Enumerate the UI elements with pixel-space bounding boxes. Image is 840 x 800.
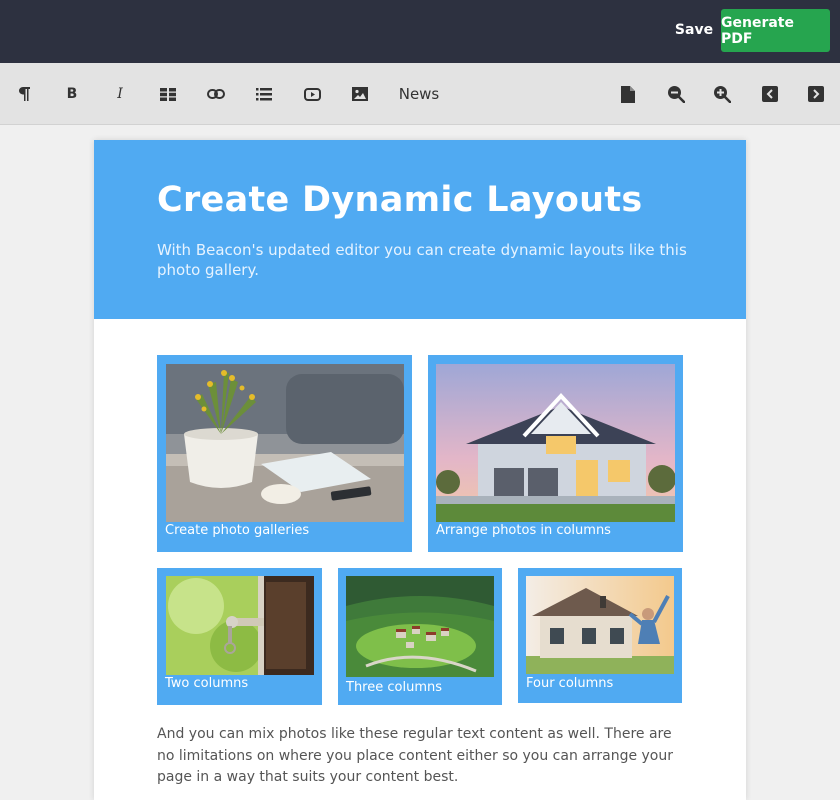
paragraph-icon[interactable] — [12, 82, 36, 106]
document-icon[interactable] — [616, 82, 640, 106]
gallery-card[interactable]: Three columns — [338, 568, 502, 705]
previous-page-icon[interactable] — [758, 82, 782, 106]
gallery-card[interactable]: Create photo galleries — [157, 355, 412, 552]
generate-pdf-button[interactable]: Generate PDF — [721, 9, 830, 52]
image-icon[interactable] — [348, 82, 372, 106]
list-icon[interactable] — [252, 82, 276, 106]
italic-button[interactable]: I — [108, 82, 132, 106]
body-paragraph[interactable]: And you can mix photos like these regula… — [157, 724, 687, 789]
house-photo — [436, 364, 675, 522]
zoom-out-icon[interactable] — [664, 82, 688, 106]
zoom-in-icon[interactable] — [710, 82, 734, 106]
editor-toolbar: B I News — [0, 63, 840, 125]
gallery-card[interactable]: Four columns — [518, 568, 682, 703]
village-photo — [346, 576, 494, 677]
gallery-card[interactable]: Arrange photos in columns — [428, 355, 683, 552]
gallery-caption: Four columns — [526, 676, 614, 691]
hero-banner[interactable]: Create Dynamic Layouts With Beacon's upd… — [94, 140, 746, 319]
plant-photo — [166, 364, 404, 522]
bold-button[interactable]: B — [60, 82, 84, 106]
page-subtitle: With Beacon's updated editor you can cre… — [157, 241, 687, 279]
next-page-icon[interactable] — [804, 82, 828, 106]
gallery-caption: Three columns — [346, 680, 442, 695]
house-roofer-photo — [526, 576, 674, 674]
top-bar: Save Generate PDF — [0, 0, 840, 63]
gallery-caption: Create photo galleries — [165, 523, 310, 538]
door-key-photo — [166, 576, 314, 675]
link-icon[interactable] — [204, 82, 228, 106]
news-template-button[interactable]: News — [396, 82, 442, 106]
gallery-caption: Two columns — [165, 676, 249, 691]
page-title: Create Dynamic Layouts — [157, 180, 643, 220]
table-icon[interactable] — [156, 82, 180, 106]
gallery-caption: Arrange photos in columns — [436, 523, 611, 538]
document-page: Create Dynamic Layouts With Beacon's upd… — [94, 140, 746, 800]
gallery-card[interactable]: Two columns — [157, 568, 322, 705]
save-button[interactable]: Save — [668, 10, 720, 50]
video-icon[interactable] — [300, 82, 324, 106]
